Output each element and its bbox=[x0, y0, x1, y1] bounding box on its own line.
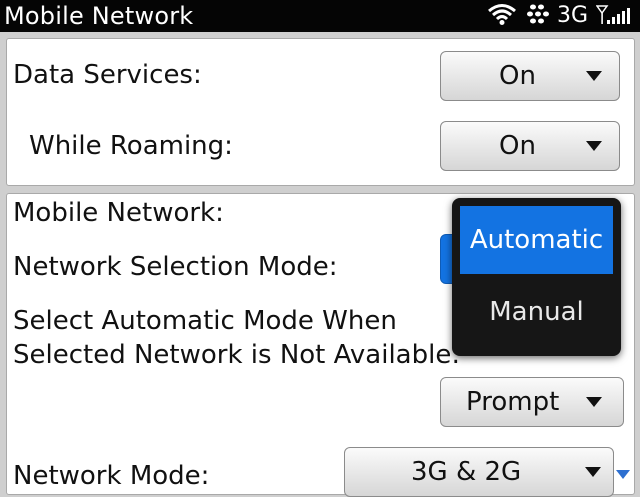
status-icons: 3G bbox=[487, 0, 634, 32]
network-mode-label: Network Mode: bbox=[13, 461, 210, 491]
auto-mode-value: Prompt bbox=[466, 387, 560, 417]
network-selection-popup: Automatic Manual bbox=[452, 198, 621, 356]
wifi-icon bbox=[487, 3, 517, 29]
data-services-dropdown[interactable]: On bbox=[440, 51, 620, 101]
network-type-indicator: 3G bbox=[556, 3, 588, 28]
popup-option-manual[interactable]: Manual bbox=[460, 278, 613, 346]
chevron-down-icon bbox=[586, 141, 602, 151]
network-mode-dropdown[interactable]: 3G & 2G bbox=[344, 447, 614, 497]
bluetooth-icon bbox=[525, 3, 549, 29]
while-roaming-value: On bbox=[499, 131, 536, 161]
data-services-label: Data Services: bbox=[13, 60, 202, 90]
chevron-down-icon bbox=[586, 71, 602, 81]
network-mode-value: 3G & 2G bbox=[411, 457, 522, 487]
while-roaming-label: While Roaming: bbox=[29, 131, 233, 161]
auto-mode-label-line2: Selected Network is Not Available: bbox=[13, 340, 461, 370]
auto-mode-dropdown[interactable]: Prompt bbox=[440, 377, 624, 427]
popup-option-automatic[interactable]: Automatic bbox=[460, 206, 613, 274]
data-services-panel: Data Services: On While Roaming: On bbox=[6, 38, 635, 186]
chevron-down-icon bbox=[585, 467, 601, 477]
chevron-down-icon bbox=[586, 397, 602, 407]
screen-title: Mobile Network bbox=[4, 2, 194, 30]
status-bar: Mobile Network 3G bbox=[0, 0, 640, 32]
mobile-network-label: Mobile Network: bbox=[13, 198, 224, 228]
signal-strength-icon bbox=[595, 3, 634, 29]
network-selection-mode-label: Network Selection Mode: bbox=[13, 252, 338, 282]
data-services-value: On bbox=[499, 61, 536, 91]
scroll-down-arrow-icon[interactable] bbox=[616, 470, 630, 479]
while-roaming-dropdown[interactable]: On bbox=[440, 121, 620, 171]
auto-mode-label-line1: Select Automatic Mode When bbox=[13, 306, 397, 336]
